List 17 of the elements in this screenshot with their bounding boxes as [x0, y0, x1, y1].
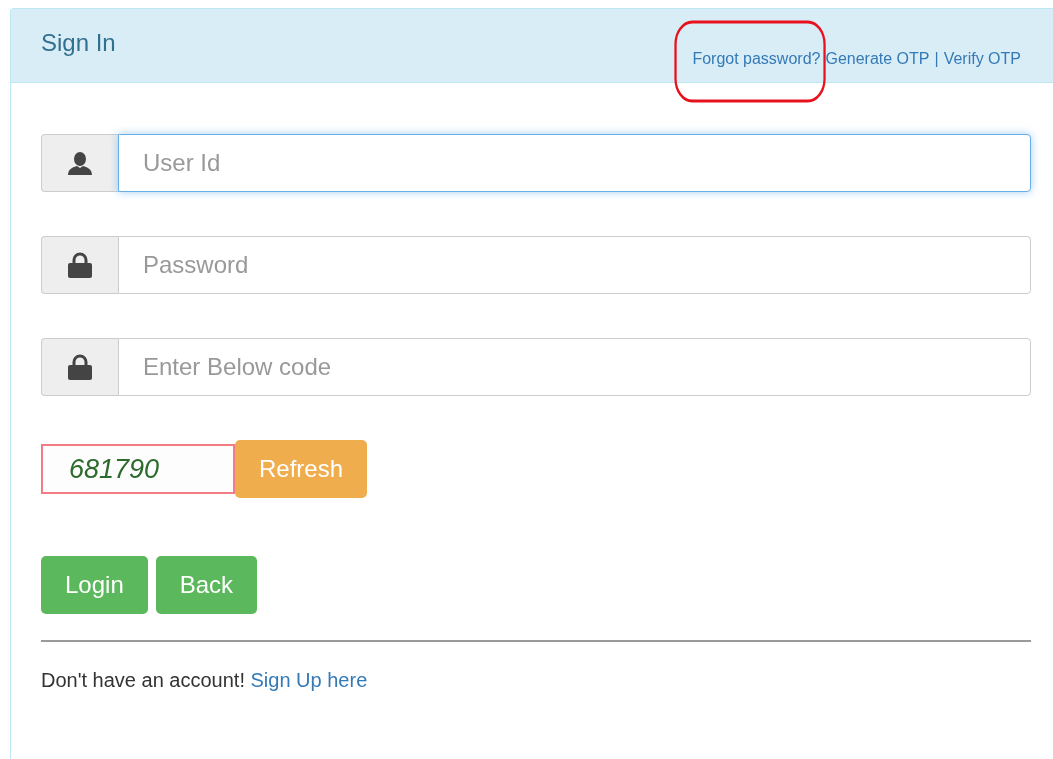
back-button[interactable]: Back — [155, 556, 258, 614]
lock-icon — [67, 252, 93, 278]
header-link[interactable]: Verify OTP — [943, 50, 1021, 67]
link-separator: | — [934, 50, 939, 68]
lock-icon — [67, 354, 93, 380]
input-field[interactable]: User Id — [118, 134, 1031, 192]
login-button[interactable]: Login — [41, 556, 148, 614]
signup-link[interactable]: Sign Up here — [250, 669, 368, 691]
header-link[interactable]: Generate OTP — [825, 50, 930, 67]
signup-prompt: Don't have an account! Sign Up here — [41, 669, 369, 692]
refresh-button[interactable]: Refresh — [235, 440, 368, 498]
header-link[interactable]: Forgot password? — [692, 50, 821, 67]
input-field[interactable]: Password — [118, 236, 1031, 294]
input-field[interactable]: Enter Below code — [118, 338, 1031, 396]
panel-title: Sign In — [41, 29, 116, 57]
user-icon — [67, 150, 93, 176]
captcha-code: 681790 — [41, 444, 235, 494]
